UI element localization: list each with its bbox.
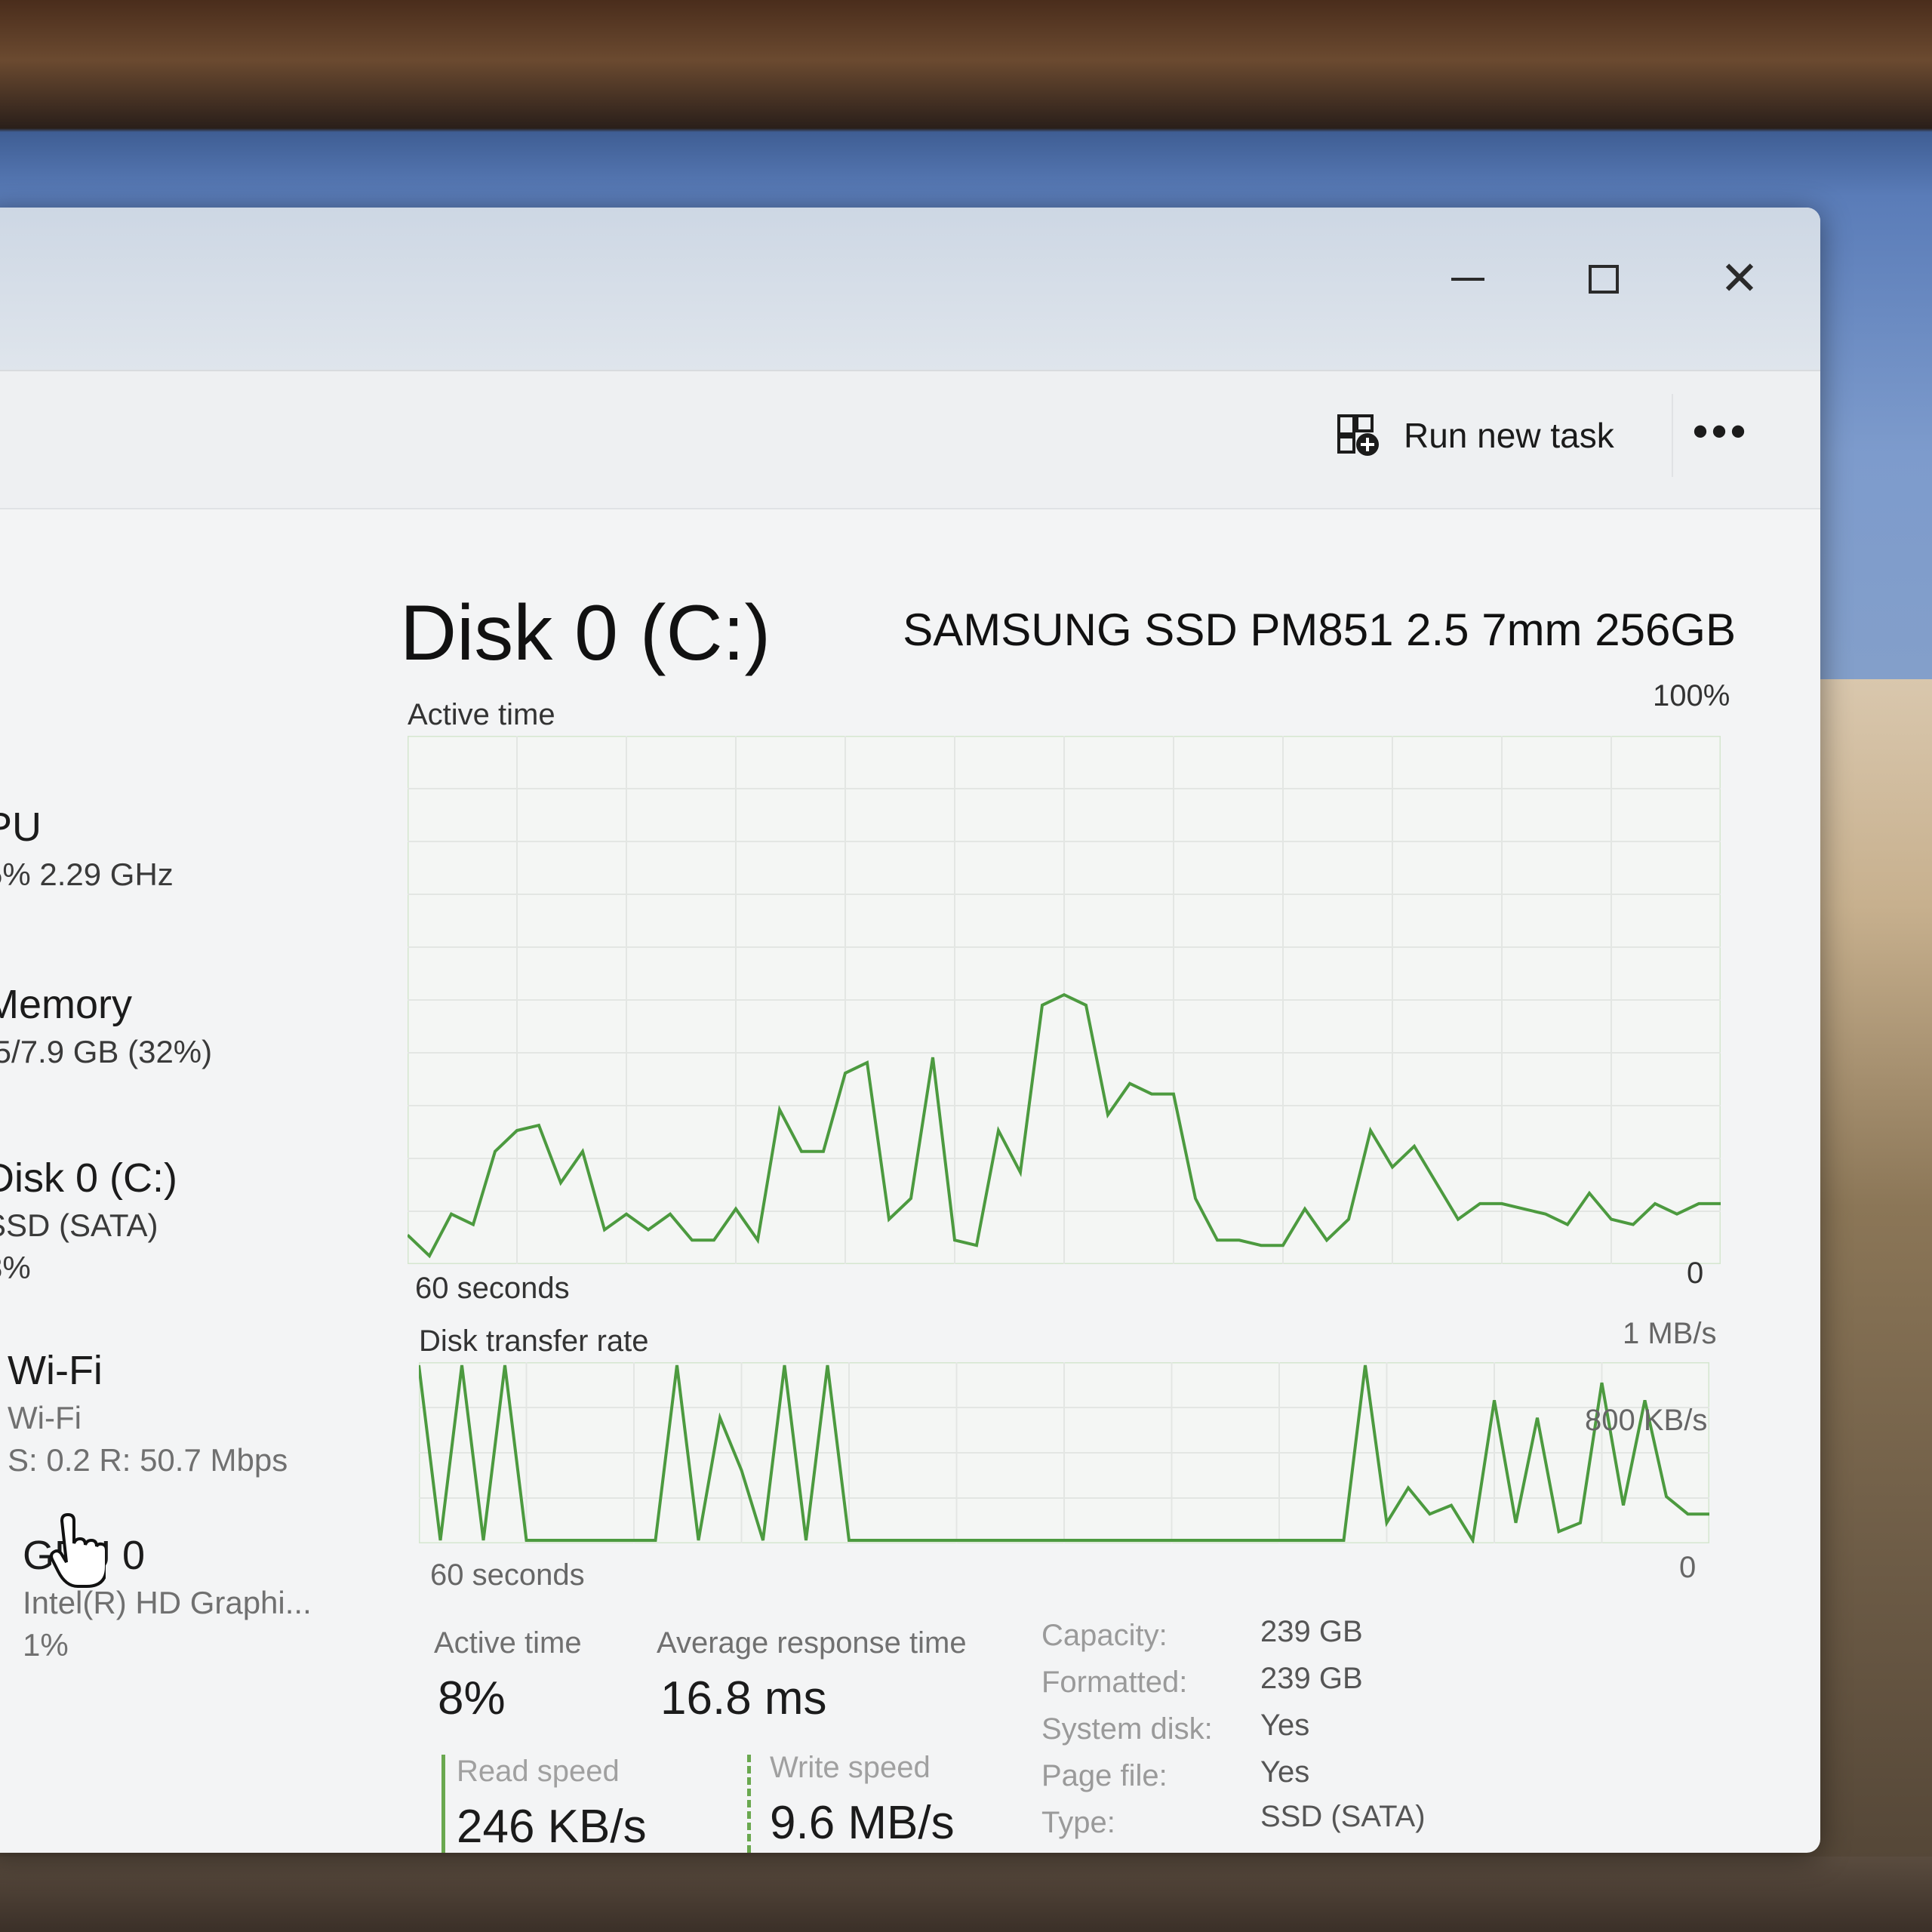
disk-stats: Active time 8% Average response time 16.… xyxy=(392,1615,1804,1853)
minimize-icon xyxy=(1451,278,1484,281)
sidebar-item-usage: 8% xyxy=(0,1250,31,1285)
active-time-stat-value: 8% xyxy=(438,1672,506,1724)
run-new-task-label: Run new task xyxy=(1404,416,1614,455)
capacity-label: Capacity: xyxy=(1041,1619,1168,1652)
more-options-button[interactable]: ••• xyxy=(1683,405,1758,466)
run-task-icon xyxy=(1336,413,1381,458)
disk-model-name: SAMSUNG SSD PM851 2.5 7mm 256GB xyxy=(903,605,1736,655)
transfer-rate-graph-label: Disk transfer rate xyxy=(419,1324,649,1358)
avg-response-stat-label: Average response time xyxy=(657,1626,967,1660)
read-speed-stat-label: Read speed xyxy=(457,1755,620,1788)
system-disk-value: Yes xyxy=(1260,1709,1310,1742)
sidebar-item-detail: .5/7.9 GB (32%) xyxy=(0,1034,213,1069)
sidebar-item-title: Disk 0 (C:) xyxy=(0,1155,177,1201)
sidebar-item-detail: 5% 2.29 GHz xyxy=(0,857,174,892)
formatted-value: 239 GB xyxy=(1260,1662,1363,1695)
write-speed-stat-label: Write speed xyxy=(770,1751,931,1784)
sidebar-item-detail: Wi-Fi xyxy=(8,1400,82,1435)
active-time-stat-label: Active time xyxy=(434,1626,582,1660)
write-speed-legend-bar xyxy=(747,1755,751,1853)
sidebar-item-wifi[interactable]: Wi-Fi Wi-Fi S: 0.2 R: 50.7 Mbps xyxy=(8,1347,385,1478)
desktop-background-ground xyxy=(0,1857,1932,1932)
run-new-task-button[interactable]: Run new task xyxy=(1336,405,1614,466)
type-value: SSD (SATA) xyxy=(1260,1800,1426,1833)
sidebar-item-title: Memory xyxy=(0,982,133,1027)
toolbar-separator xyxy=(1672,394,1673,477)
active-time-duration-label: 60 seconds xyxy=(415,1272,570,1305)
sidebar-item-detail: SSD (SATA) xyxy=(0,1208,158,1243)
transfer-rate-min-label: 0 xyxy=(1679,1551,1697,1584)
sidebar-item-throughput: S: 0.2 R: 50.7 Mbps xyxy=(8,1442,288,1478)
active-time-graph-label: Active time xyxy=(408,698,555,731)
page-file-label: Page file: xyxy=(1041,1759,1168,1792)
type-label: Type: xyxy=(1041,1806,1115,1839)
performance-sidebar: PU 5% 2.29 GHz Memory .5/7.9 GB (32%) Di… xyxy=(0,509,377,1853)
disk-details-panel: Disk 0 (C:) SAMSUNG SSD PM851 2.5 7mm 25… xyxy=(392,509,1804,1853)
maximize-icon xyxy=(1589,265,1619,294)
transfer-rate-duration-label: 60 seconds xyxy=(430,1558,585,1592)
read-speed-legend-bar xyxy=(441,1755,445,1853)
page-file-value: Yes xyxy=(1260,1755,1310,1789)
sidebar-item-disk-0[interactable]: Disk 0 (C:) SSD (SATA) 8% xyxy=(0,1155,362,1286)
sidebar-item-title: PU xyxy=(0,804,42,850)
transfer-rate-mid-label: 800 KB/s xyxy=(1585,1404,1708,1437)
transfer-rate-max-label: 1 MB/s xyxy=(1623,1317,1717,1350)
close-icon: ✕ xyxy=(1720,253,1759,305)
sidebar-item-cpu[interactable]: PU 5% 2.29 GHz xyxy=(0,804,362,893)
title-bar[interactable]: ✕ xyxy=(0,208,1820,370)
maximize-button[interactable] xyxy=(1562,238,1645,321)
system-disk-label: System disk: xyxy=(1041,1712,1213,1746)
transfer-rate-graph xyxy=(419,1362,1709,1543)
active-time-min-label: 0 xyxy=(1687,1257,1704,1290)
toolbar: Run new task ••• xyxy=(0,370,1820,509)
active-time-max-label: 100% xyxy=(1653,679,1730,712)
active-time-graph xyxy=(408,736,1721,1264)
hand-cursor-icon xyxy=(45,1512,108,1589)
sidebar-item-title: Wi-Fi xyxy=(8,1348,103,1393)
sidebar-item-memory[interactable]: Memory .5/7.9 GB (32%) xyxy=(0,981,362,1070)
write-speed-stat-value: 9.6 MB/s xyxy=(770,1797,955,1849)
task-manager-window: ✕ Run new task ••• PU 5% 2.29 GHz xyxy=(0,208,1820,1853)
avg-response-stat-value: 16.8 ms xyxy=(660,1672,827,1724)
sidebar-item-detail: Intel(R) HD Graphi... xyxy=(23,1585,312,1620)
page-title: Disk 0 (C:) xyxy=(400,589,771,677)
capacity-value: 239 GB xyxy=(1260,1615,1363,1648)
read-speed-stat-value: 246 KB/s xyxy=(457,1801,647,1853)
close-button[interactable]: ✕ xyxy=(1698,238,1781,321)
formatted-label: Formatted: xyxy=(1041,1666,1188,1699)
sidebar-item-usage: 1% xyxy=(23,1627,69,1663)
minimize-button[interactable] xyxy=(1426,238,1509,321)
